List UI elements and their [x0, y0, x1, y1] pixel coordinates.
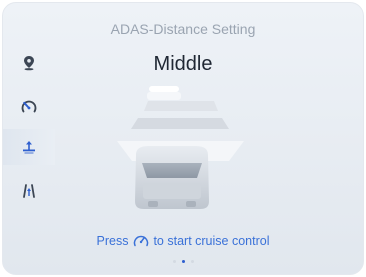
steering-speed-icon — [21, 100, 37, 113]
lane-keep-icon — [23, 184, 35, 198]
adas-panel: ADAS-Distance Setting Middle Press to st… — [2, 2, 364, 275]
cruise-hint-prefix: Press — [96, 234, 129, 248]
distance-setting-icon — [23, 141, 35, 154]
sidebar-item-steering[interactable] — [3, 89, 55, 125]
cruise-hint: Press to start cruise control — [3, 233, 363, 249]
distance-value: Middle — [153, 53, 213, 75]
cruise-hint-suffix: to start cruise control — [153, 234, 270, 248]
ego-vehicle-icon — [135, 146, 209, 209]
page-dot[interactable] — [172, 260, 176, 263]
page-title: ADAS-Distance Setting — [110, 21, 256, 37]
distance-scene — [117, 86, 244, 209]
cruise-control-icon — [133, 235, 149, 247]
distance-band-middle — [131, 118, 229, 129]
lead-vehicle-icon — [147, 86, 181, 100]
page-dot[interactable] — [190, 260, 194, 263]
page-dot-active[interactable] — [181, 260, 185, 263]
page-indicator — [3, 260, 363, 263]
sidebar-item-lane[interactable] — [3, 173, 55, 209]
sidebar-item-distance[interactable] — [3, 129, 55, 165]
distance-band-far — [144, 101, 218, 111]
